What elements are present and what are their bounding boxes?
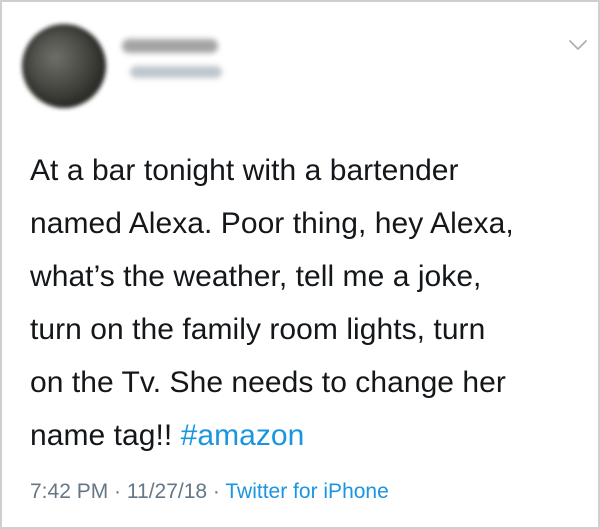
avatar[interactable]: [22, 24, 106, 108]
meta-separator: ·: [207, 480, 226, 503]
tweet-card: At a bar tonight with a bartender named …: [0, 0, 600, 529]
username-redacted[interactable]: [130, 66, 222, 78]
chevron-down-icon[interactable]: [568, 38, 588, 52]
display-name-redacted[interactable]: [122, 39, 218, 53]
tweet-body: At a bar tonight with a bartender named …: [30, 154, 514, 452]
tweet-metadata: 7:42 PM · 11/27/18 · Twitter for iPhone: [30, 480, 389, 504]
tweet-date[interactable]: 11/27/18: [127, 480, 207, 503]
tweet-source-link[interactable]: Twitter for iPhone: [225, 480, 388, 503]
hashtag-link[interactable]: #amazon: [181, 419, 305, 452]
tweet-time[interactable]: 7:42 PM: [30, 480, 108, 503]
tweet-text: At a bar tonight with a bartender named …: [30, 144, 578, 462]
meta-separator: ·: [108, 480, 127, 503]
